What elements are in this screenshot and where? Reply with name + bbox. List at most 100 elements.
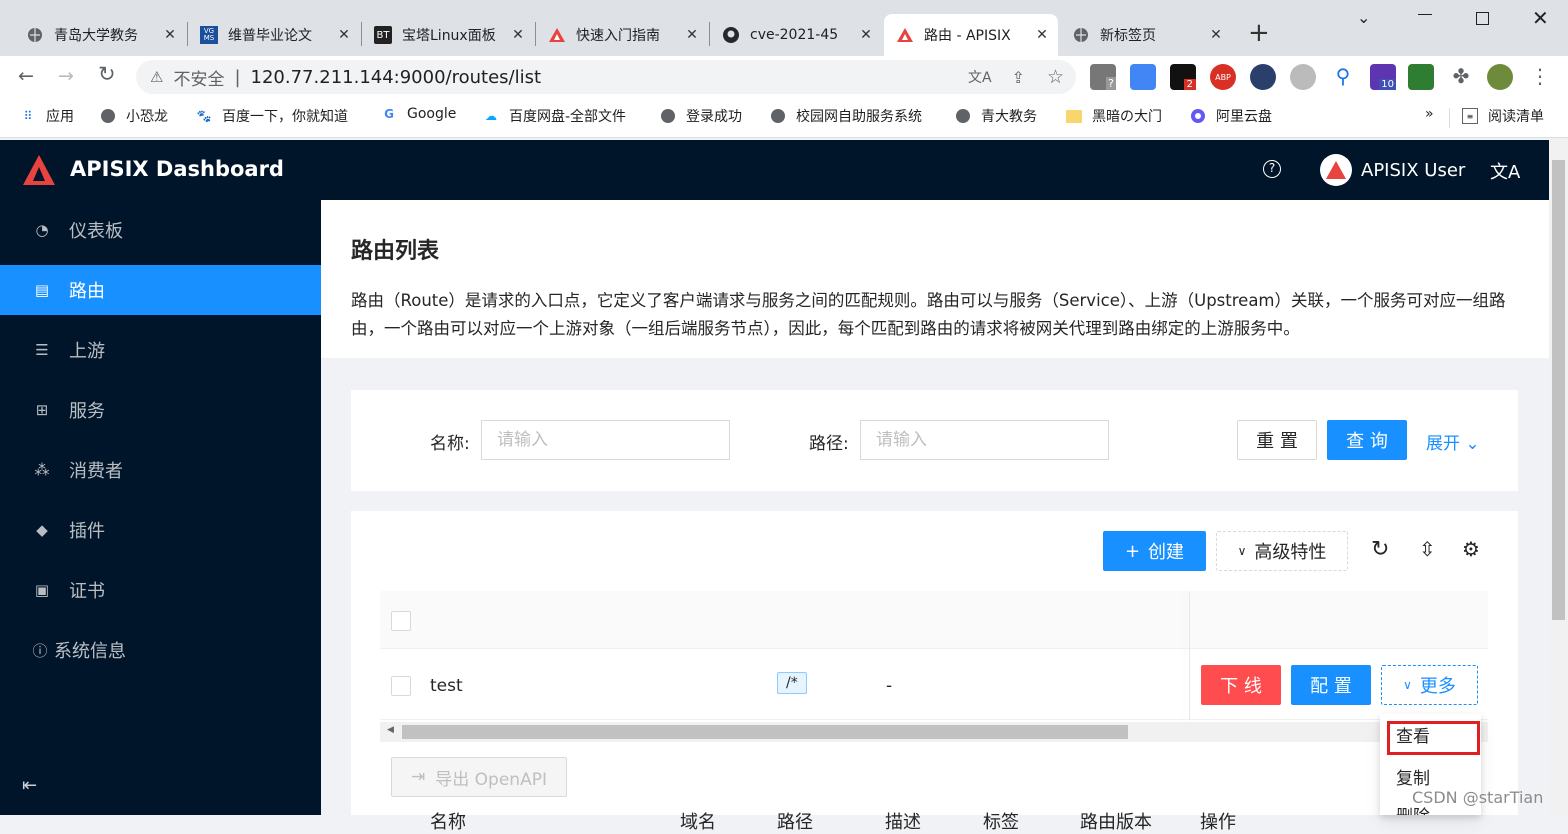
- browser-tab[interactable]: 青岛大学教务 ✕: [14, 14, 186, 56]
- sidebar-item-service[interactable]: ⊞ 服务: [0, 385, 321, 435]
- minimize-icon[interactable]: [1418, 14, 1432, 15]
- offline-button[interactable]: 下 线: [1201, 665, 1281, 705]
- ext-badge-icon[interactable]: 2: [1170, 64, 1196, 90]
- dropdown-item-copy[interactable]: 复制: [1396, 764, 1430, 789]
- globe-icon: [1072, 26, 1090, 44]
- browser-tab[interactable]: BT 宝塔Linux面板 ✕: [362, 14, 534, 56]
- share-icon[interactable]: ⇪: [1012, 68, 1025, 87]
- cursor-extension-icon[interactable]: [1250, 64, 1276, 90]
- advanced-button[interactable]: ∨ 高级特性: [1216, 531, 1348, 571]
- star-icon[interactable]: ☆: [1047, 66, 1064, 88]
- close-icon[interactable]: ✕: [1032, 27, 1052, 43]
- graduation-cap-icon[interactable]: 10: [1370, 64, 1396, 90]
- export-openapi-button[interactable]: ⇥ 导出 OpenAPI: [391, 757, 567, 797]
- sidebar-item-plugin[interactable]: ◆ 插件: [0, 505, 321, 555]
- path-input[interactable]: 请输入: [860, 420, 1109, 460]
- reset-button[interactable]: 重 置: [1237, 420, 1317, 460]
- sidebar-item-consumer[interactable]: ⁂ 消费者: [0, 445, 321, 495]
- chevron-down-icon[interactable]: ⌄: [1357, 8, 1370, 27]
- sidebar-item-routes[interactable]: ▤ 路由: [0, 265, 321, 315]
- dropdown-item-view[interactable]: 查看: [1387, 721, 1480, 755]
- more-dropdown-button[interactable]: ∨ 更多: [1381, 665, 1478, 705]
- plugin-cube-icon: ◆: [36, 521, 48, 539]
- mail-extension-icon[interactable]: ?: [1090, 64, 1116, 90]
- file-icon: ▤: [34, 281, 50, 299]
- avatar[interactable]: [1320, 154, 1352, 186]
- scroll-left-icon[interactable]: ◀: [387, 725, 394, 735]
- browser-tab-active[interactable]: 路由 - APISIX ✕: [884, 14, 1058, 56]
- back-arrow-icon[interactable]: ←: [18, 65, 34, 87]
- chevron-down-icon: ∨: [1237, 544, 1247, 558]
- row-checkbox[interactable]: [391, 676, 411, 696]
- apps-grid-icon: ⠿: [23, 109, 33, 123]
- app-brand[interactable]: APISIX Dashboard: [70, 157, 284, 181]
- bookmark-item[interactable]: 黑暗の大门: [1066, 106, 1162, 126]
- reload-icon[interactable]: ↻: [98, 62, 116, 86]
- horizontal-scrollbar[interactable]: ◀: [380, 722, 1488, 742]
- new-tab-button[interactable]: +: [1248, 18, 1270, 48]
- puzzle-icon[interactable]: ✤: [1448, 64, 1474, 90]
- help-icon[interactable]: ?: [1263, 160, 1281, 178]
- sidebar-item-system-info[interactable]: ⓘ 系统信息: [0, 625, 321, 675]
- bookmark-item[interactable]: 登录成功: [660, 106, 742, 126]
- sidebar-item-upstream[interactable]: ☰ 上游: [0, 325, 321, 375]
- close-icon[interactable]: ✕: [160, 27, 180, 43]
- forward-arrow-icon[interactable]: →: [58, 65, 74, 87]
- bookmark-item[interactable]: 阿里云盘: [1190, 106, 1272, 126]
- browser-tab[interactable]: 快速入门指南 ✕: [536, 14, 708, 56]
- bookmark-item[interactable]: 校园网自助服务系统: [770, 106, 922, 126]
- bookmark-item[interactable]: ⠿ 应用: [20, 106, 74, 126]
- close-icon[interactable]: ✕: [508, 27, 528, 43]
- more-bookmarks-button[interactable]: »: [1425, 106, 1434, 122]
- window-close-icon[interactable]: ✕: [1532, 6, 1549, 30]
- location-pin-icon[interactable]: ⚲: [1330, 64, 1356, 90]
- column-header: 名称: [430, 812, 466, 833]
- reload-icon[interactable]: ↻: [1371, 537, 1389, 562]
- cluster-icon: ⁂: [34, 461, 50, 479]
- language-icon[interactable]: 文A: [1490, 158, 1520, 184]
- profile-avatar[interactable]: [1487, 64, 1513, 90]
- close-icon[interactable]: ✕: [334, 27, 354, 43]
- browser-tab[interactable]: cve-2021-45 ✕: [710, 14, 882, 56]
- reading-list-button[interactable]: ≡ 阅读清单: [1462, 106, 1544, 126]
- expand-link[interactable]: 展开 ⌄: [1426, 429, 1480, 454]
- bookmark-item[interactable]: G Google: [381, 106, 456, 122]
- close-icon[interactable]: ✕: [1206, 27, 1226, 43]
- user-name[interactable]: APISIX User: [1361, 160, 1465, 181]
- folder-icon: [1066, 108, 1082, 124]
- translate-icon[interactable]: 文A: [968, 67, 992, 87]
- bookmark-item[interactable]: ☁ 百度网盘-全部文件: [483, 106, 626, 126]
- grid-extension-icon[interactable]: [1408, 64, 1434, 90]
- sidebar-item-dashboard[interactable]: ◔ 仪表板: [0, 205, 321, 255]
- name-input[interactable]: 请输入: [481, 420, 730, 460]
- select-all-checkbox[interactable]: [391, 611, 411, 631]
- circle-extension-icon[interactable]: [1290, 64, 1316, 90]
- adblock-icon[interactable]: ABP: [1210, 64, 1236, 90]
- close-icon[interactable]: ✕: [682, 27, 702, 43]
- scrollbar-thumb[interactable]: [402, 725, 1128, 739]
- address-bar[interactable]: ⚠ 不安全 | 120.77.211.144:9000/routes/list …: [136, 60, 1076, 94]
- kebab-menu-icon[interactable]: ⋮: [1527, 64, 1553, 90]
- bookmark-item[interactable]: 小恐龙: [100, 106, 168, 126]
- translate-extension-icon[interactable]: [1130, 64, 1156, 90]
- maximize-icon[interactable]: [1476, 12, 1489, 25]
- bookmark-item[interactable]: 🐾 百度一下，你就知道: [196, 106, 348, 126]
- query-button[interactable]: 查 询: [1327, 420, 1407, 460]
- menu-fold-icon[interactable]: ⇤: [22, 775, 37, 796]
- config-button[interactable]: 配 置: [1291, 665, 1371, 705]
- bookmark-item[interactable]: 青大教务: [955, 106, 1037, 126]
- browser-tab[interactable]: VG MS 维普毕业论文 ✕: [188, 14, 360, 56]
- close-icon[interactable]: ✕: [856, 27, 876, 43]
- search-form: 名称: 请输入 路径: 请输入 重 置 查 询 展开 ⌄: [351, 390, 1518, 491]
- tab-title: cve-2021-45: [750, 27, 839, 43]
- route-name[interactable]: test: [430, 676, 463, 696]
- create-button[interactable]: + 创建: [1103, 531, 1206, 571]
- column-height-icon[interactable]: ⇳: [1419, 537, 1436, 561]
- sidebar-item-ssl[interactable]: ▣ 证书: [0, 565, 321, 615]
- apisix-logo-icon: [23, 155, 55, 185]
- scrollbar-thumb[interactable]: [1552, 160, 1565, 620]
- setting-icon[interactable]: ⚙: [1462, 537, 1480, 561]
- browser-tab[interactable]: 新标签页 ✕: [1060, 14, 1232, 56]
- url-text[interactable]: 120.77.211.144:9000/routes/list: [251, 67, 542, 88]
- page-scrollbar[interactable]: [1549, 140, 1568, 815]
